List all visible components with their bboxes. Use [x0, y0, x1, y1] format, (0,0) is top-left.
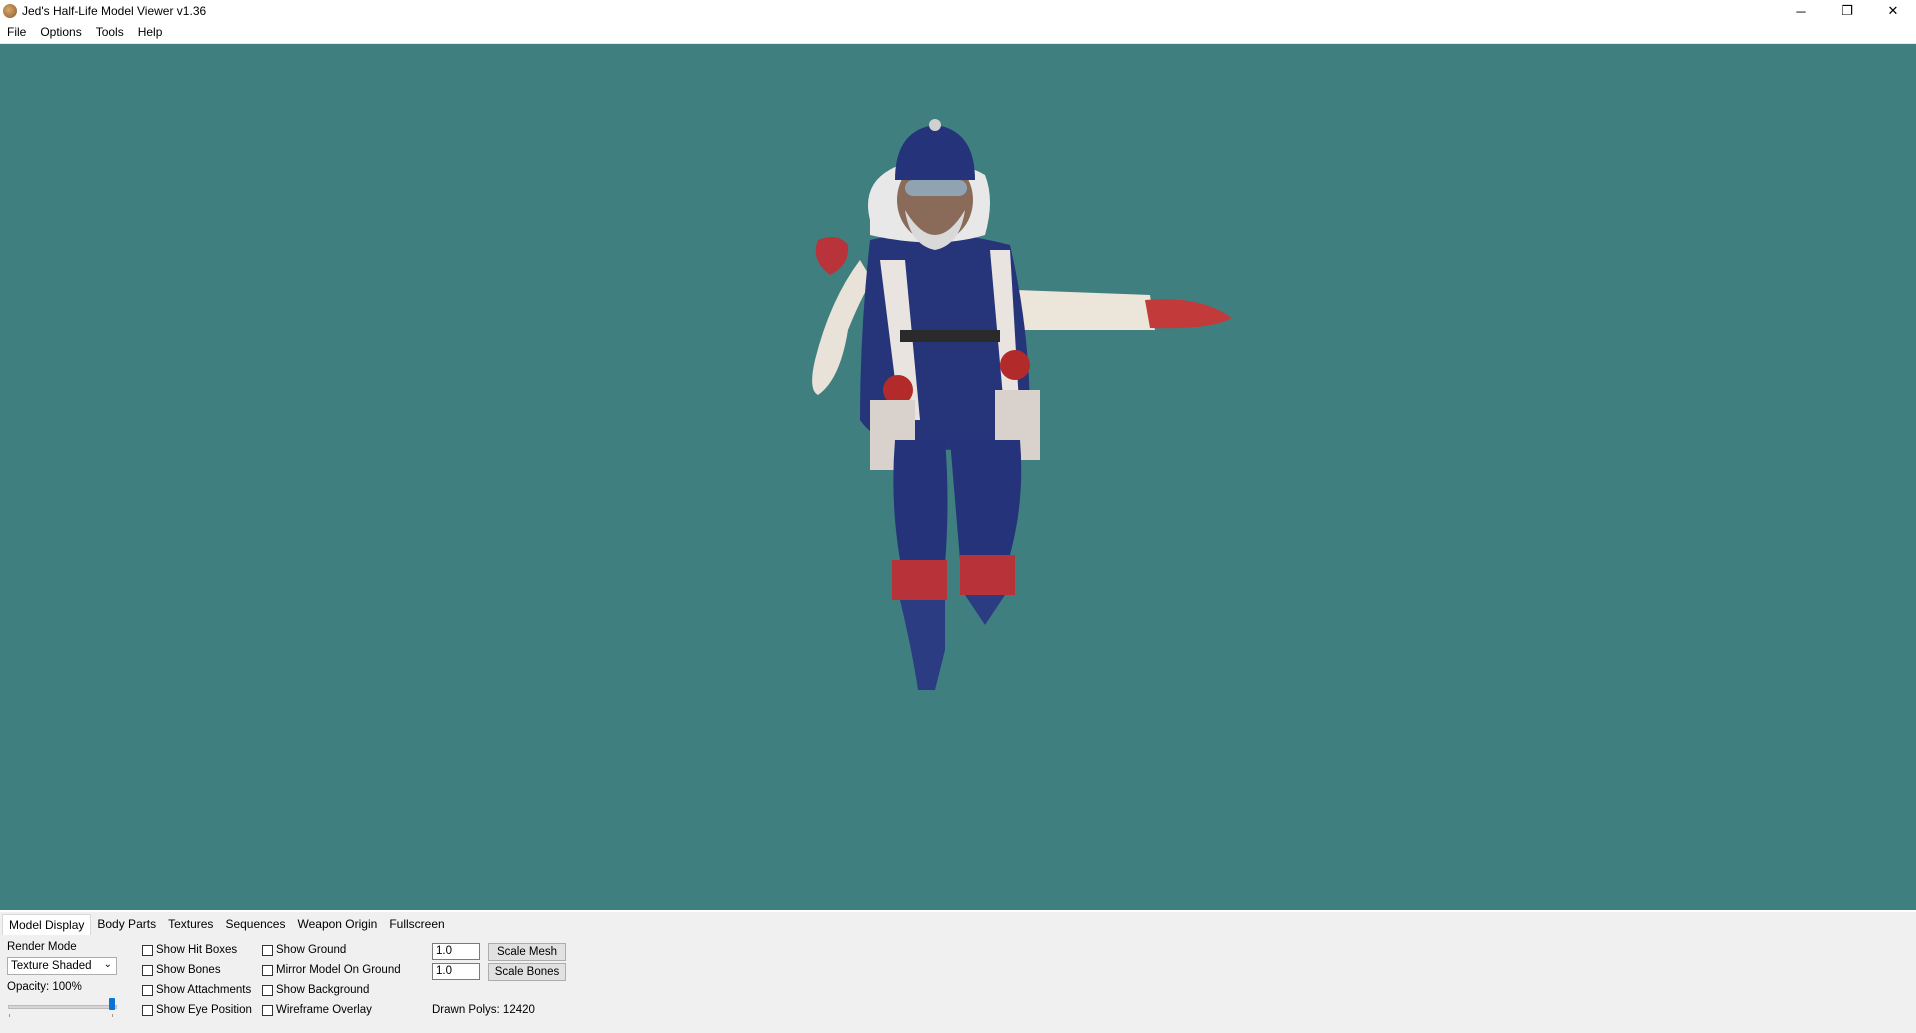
- show-background-checkbox[interactable]: Show Background: [262, 984, 369, 996]
- window-title: Jed's Half-Life Model Viewer v1.36: [22, 4, 207, 18]
- show-bones-checkbox[interactable]: Show Bones: [142, 964, 221, 976]
- menu-options[interactable]: Options: [33, 22, 88, 43]
- checkbox-label: Show Background: [276, 984, 370, 996]
- scale-bones-input[interactable]: 1.0: [432, 963, 480, 980]
- checkbox-box[interactable]: [142, 944, 153, 956]
- window-controls: ─ ❐ ✕: [1778, 0, 1916, 22]
- app-icon: [3, 4, 17, 18]
- scale-mesh-input[interactable]: 1.0: [432, 943, 480, 960]
- menu-bar: File Options Tools Help: [0, 22, 1916, 44]
- show-attachments-checkbox[interactable]: Show Attachments: [142, 984, 251, 996]
- opacity-slider[interactable]: [8, 1005, 117, 1009]
- checkbox-label: Mirror Model On Ground: [276, 964, 401, 976]
- checkbox-label: Show Bones: [156, 964, 221, 976]
- checkbox-label: Show Ground: [276, 944, 347, 956]
- checkbox-label: Wireframe Overlay: [276, 1004, 372, 1016]
- slider-tick: [9, 1014, 10, 1017]
- checkbox-box[interactable]: [262, 944, 273, 956]
- checkbox-label: Show Eye Position: [156, 1004, 252, 1016]
- checkbox-box[interactable]: [142, 964, 153, 976]
- opacity-slider-handle[interactable]: [109, 998, 115, 1010]
- tab-model-display[interactable]: Model Display: [2, 914, 92, 935]
- render-mode-label: Render Mode: [7, 941, 77, 953]
- model-viewport[interactable]: [0, 44, 1916, 910]
- title-bar: Jed's Half-Life Model Viewer v1.36 ─ ❐ ✕: [0, 0, 1916, 22]
- menu-tools[interactable]: Tools: [89, 22, 131, 43]
- mirror-model-on-ground-checkbox[interactable]: Mirror Model On Ground: [262, 964, 401, 976]
- checkbox-box[interactable]: [262, 984, 273, 996]
- render-mode-select[interactable]: Texture Shaded ⌄: [7, 957, 117, 975]
- show-eye-position-checkbox[interactable]: Show Eye Position: [142, 1004, 252, 1016]
- tab-textures[interactable]: Textures: [162, 914, 219, 934]
- checkbox-box[interactable]: [142, 984, 153, 996]
- checkbox-box[interactable]: [262, 964, 273, 976]
- minimize-button[interactable]: ─: [1778, 0, 1824, 22]
- checkbox-label: Show Hit Boxes: [156, 944, 238, 956]
- wireframe-overlay-checkbox[interactable]: Wireframe Overlay: [262, 1004, 372, 1016]
- tab-weapon-origin[interactable]: Weapon Origin: [291, 914, 383, 934]
- menu-file[interactable]: File: [0, 22, 33, 43]
- control-panel: Model Display Body Parts Textures Sequen…: [0, 910, 1916, 1033]
- opacity-label: Opacity: 100%: [7, 981, 82, 993]
- drawn-polys-counter: Drawn Polys: 12420: [432, 1004, 535, 1016]
- model-render: [812, 119, 1232, 690]
- scale-bones-button[interactable]: Scale Bones: [488, 963, 566, 981]
- chevron-down-icon: ⌄: [103, 959, 112, 970]
- checkbox-label: Show Attachments: [156, 984, 252, 996]
- render-mode-value: Texture Shaded: [11, 960, 92, 972]
- slider-tick: [112, 1014, 113, 1017]
- menu-help[interactable]: Help: [131, 22, 170, 43]
- tab-fullscreen[interactable]: Fullscreen: [383, 914, 450, 934]
- checkbox-box[interactable]: [142, 1004, 153, 1016]
- scale-mesh-button[interactable]: Scale Mesh: [488, 943, 566, 961]
- tab-body-parts[interactable]: Body Parts: [91, 914, 162, 934]
- close-button[interactable]: ✕: [1870, 0, 1916, 22]
- tab-bar: Model Display Body Parts Textures Sequen…: [2, 914, 451, 935]
- show-ground-checkbox[interactable]: Show Ground: [262, 944, 346, 956]
- show-hit-boxes-checkbox[interactable]: Show Hit Boxes: [142, 944, 237, 956]
- restore-button[interactable]: ❐: [1824, 0, 1870, 22]
- tab-sequences[interactable]: Sequences: [219, 914, 291, 934]
- checkbox-box[interactable]: [262, 1004, 273, 1016]
